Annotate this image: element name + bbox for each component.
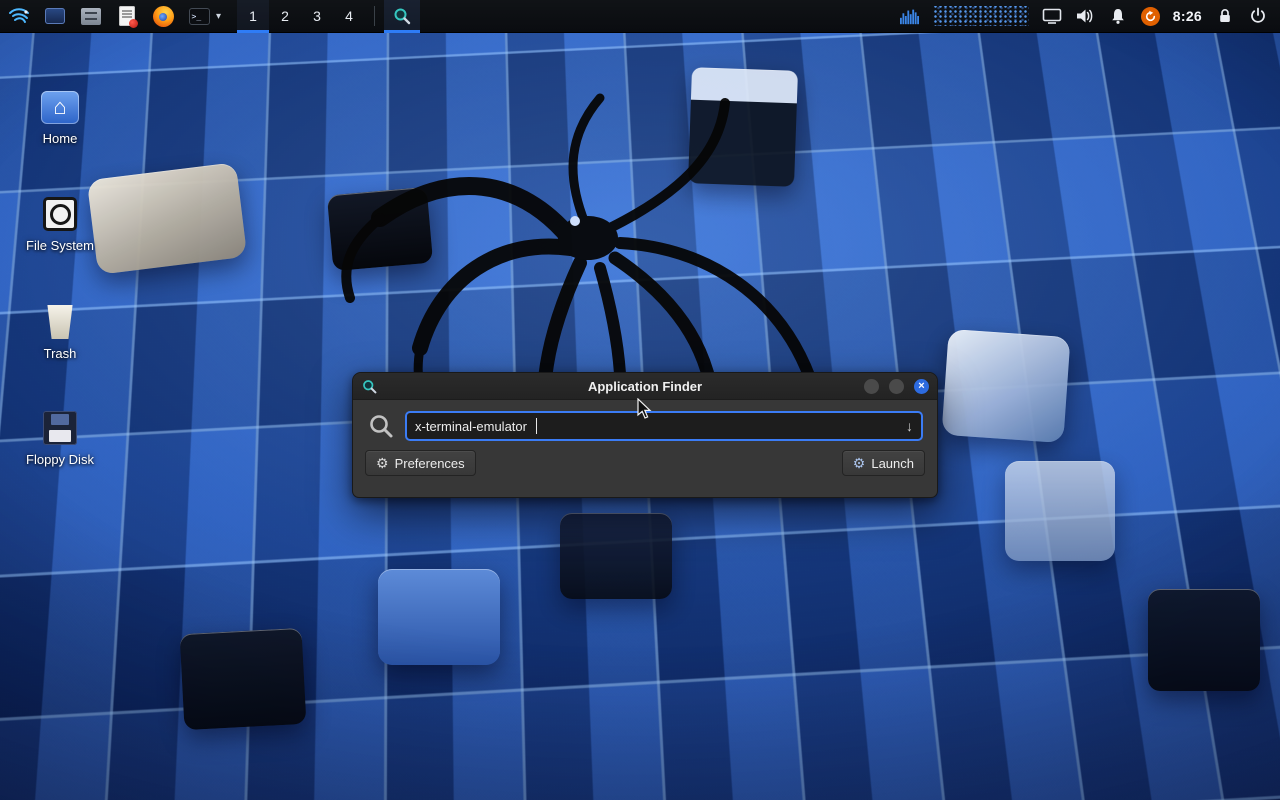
panel-launchers: >_ ▾: [0, 0, 221, 32]
desktop-icon-file-system[interactable]: File System: [8, 197, 112, 253]
desktop-icon-label: File System: [8, 238, 112, 253]
top-panel: >_ ▾ 1 2 3 4: [0, 0, 1280, 33]
notification-bell-icon[interactable]: [1108, 6, 1128, 26]
red-seal-icon: [129, 19, 138, 28]
workspace-4[interactable]: 4: [333, 0, 365, 33]
workspace-2[interactable]: 2: [269, 0, 301, 33]
launch-button-label: Launch: [871, 456, 914, 471]
preferences-button-label: Preferences: [395, 456, 465, 471]
preferences-button[interactable]: ⚙ Preferences: [365, 450, 476, 476]
launch-button[interactable]: ⚙ Launch: [842, 450, 925, 476]
floppy-disk-icon: [43, 411, 77, 445]
workspace-3[interactable]: 3: [301, 0, 333, 33]
workspace-switcher: 1 2 3 4: [237, 0, 365, 32]
home-icon: ⌂: [41, 91, 79, 124]
show-desktop-icon[interactable]: [42, 3, 68, 29]
terminal-icon[interactable]: >_: [186, 3, 212, 29]
app-finder-icon: [392, 6, 412, 26]
search-input-value: x-terminal-emulator: [415, 419, 527, 434]
firefox-icon[interactable]: [150, 3, 176, 29]
network-monitor-graph[interactable]: [933, 6, 1029, 26]
entry-dropdown-arrow-icon[interactable]: ↓: [906, 418, 913, 434]
file-system-drive-icon: [43, 197, 77, 231]
lock-screen-icon[interactable]: [1215, 6, 1235, 26]
workspace-1[interactable]: 1: [237, 0, 269, 33]
clock[interactable]: 8:26: [1173, 8, 1202, 24]
terminal-prompt-glyph: >_: [189, 8, 210, 25]
update-notifier-icon[interactable]: [1141, 7, 1160, 26]
search-icon: [367, 412, 395, 440]
power-logout-icon[interactable]: [1248, 6, 1268, 26]
window-title: Application Finder: [353, 379, 937, 394]
button-row: ⚙ Preferences ⚙ Launch: [363, 450, 927, 476]
volume-icon[interactable]: [1075, 6, 1095, 26]
application-finder-window: Application Finder × x-terminal-emulator…: [352, 372, 938, 498]
gear-icon: ⚙: [376, 455, 389, 472]
titlebar[interactable]: Application Finder ×: [353, 373, 937, 400]
maximize-button[interactable]: [889, 379, 904, 394]
desktop-icon-label: Trash: [8, 346, 112, 361]
file-manager-icon[interactable]: [78, 3, 104, 29]
trash-can-icon: [45, 305, 75, 339]
mouse-cursor: [637, 398, 653, 420]
desktop-icon-label: Floppy Disk: [8, 452, 112, 467]
launch-icon: ⚙: [853, 455, 866, 472]
desktop-icon-floppy-disk[interactable]: Floppy Disk: [8, 411, 112, 467]
text-caret: [536, 418, 537, 434]
display-icon[interactable]: [1042, 6, 1062, 26]
kali-menu-icon[interactable]: [6, 3, 32, 29]
panel-separator: [374, 6, 375, 26]
terminal-dropdown-chevron-icon[interactable]: ▾: [216, 11, 221, 22]
minimize-button[interactable]: [864, 379, 879, 394]
window-buttons: ×: [864, 379, 929, 394]
desktop-icon-trash[interactable]: Trash: [8, 305, 112, 361]
text-editor-icon[interactable]: [114, 3, 140, 29]
search-input[interactable]: x-terminal-emulator ↓: [405, 411, 923, 441]
desktop-icon-label: Home: [8, 131, 112, 146]
panel-tray: 8:26: [900, 0, 1280, 32]
close-button[interactable]: ×: [914, 379, 929, 394]
cpu-graph-icon[interactable]: [900, 6, 920, 26]
taskbar-application-finder-button[interactable]: [384, 0, 420, 33]
desktop-icon-home[interactable]: ⌂ Home: [8, 91, 112, 146]
